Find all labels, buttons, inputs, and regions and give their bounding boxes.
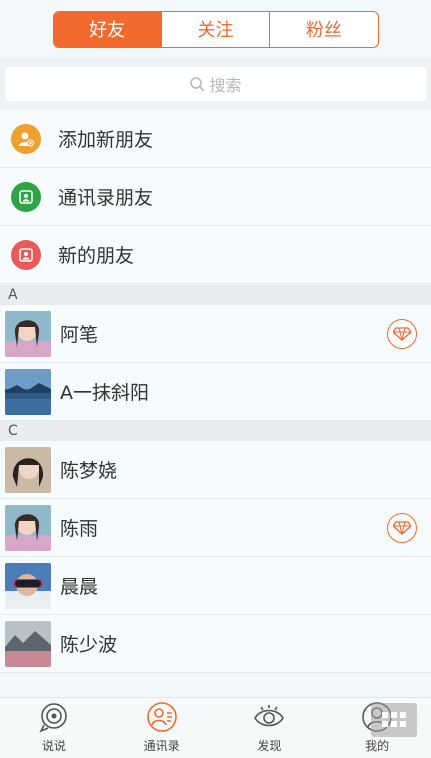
tab-fans[interactable]: 粉丝 [269,11,377,47]
contact-row[interactable]: A一抹斜阳 [0,363,431,421]
function-label: 添加新朋友 [58,129,154,151]
add-friend-icon [11,123,41,154]
contact-name: 阿笔 [60,324,99,346]
contact-list: A 阿笔 A一抹斜阳 C 陈梦娆 陈雨 晨晨 陈少波 [0,285,431,673]
contact-row[interactable]: 晨晨 [0,557,431,615]
avatar [5,504,51,551]
contact-row[interactable]: 陈少波 [0,615,431,673]
add-new-friend-row[interactable]: 添加新朋友 [0,110,431,168]
diamond-icon [387,513,417,543]
section-header: C [0,421,431,441]
contacts-friends-row[interactable]: 通讯录朋友 [0,168,431,226]
contact-name: 陈梦娆 [60,460,118,482]
function-list: 添加新朋友 通讯录朋友 新的朋友 [0,110,431,284]
tab-label: 发现 [257,739,282,753]
new-friends-row[interactable]: 新的朋友 [0,226,431,284]
top-bar: 好友 关注 粉丝 [0,0,431,58]
segmented-control: 好友 关注 粉丝 [52,10,379,48]
contact-row[interactable]: 阿笔 [0,305,431,363]
search-bar: 搜索 [0,58,431,110]
talk-icon [39,703,67,733]
section-header: A [0,285,431,305]
tab-friends[interactable]: 好友 [53,11,161,47]
function-label: 新的朋友 [58,245,135,267]
tab-contacts[interactable]: 通讯录 [108,698,216,758]
search-input[interactable]: 搜索 [4,67,427,101]
search-placeholder: 搜索 [209,76,242,95]
avatar [5,310,51,357]
search-icon [190,77,205,92]
contact-name: 陈少波 [60,634,118,656]
tab-label: 我的 [365,739,390,753]
function-label: 通讯录朋友 [58,187,154,209]
avatar [5,446,51,493]
contacts-icon [11,181,41,212]
contacts-tab-icon [146,702,177,732]
avatar [5,562,51,609]
contact-name: A一抹斜阳 [60,382,149,404]
diamond-icon [387,319,417,349]
tab-label: 通讯录 [143,739,180,753]
contact-row[interactable]: 陈梦娆 [0,441,431,499]
tab-talk[interactable]: 说说 [0,698,108,758]
bottom-tab-bar: 说说 通讯录 发现 我的 [0,697,431,758]
floating-qr-icon[interactable] [371,703,417,737]
tab-following[interactable]: 关注 [160,11,269,47]
avatar [5,368,51,415]
contact-name: 晨晨 [60,576,99,598]
contact-row[interactable]: 陈雨 [0,499,431,557]
eye-icon [254,705,285,727]
avatar [5,620,51,667]
new-friend-icon [11,239,41,270]
contact-name: 陈雨 [60,518,99,540]
tab-discover[interactable]: 发现 [216,698,324,758]
tab-label: 说说 [41,739,66,753]
